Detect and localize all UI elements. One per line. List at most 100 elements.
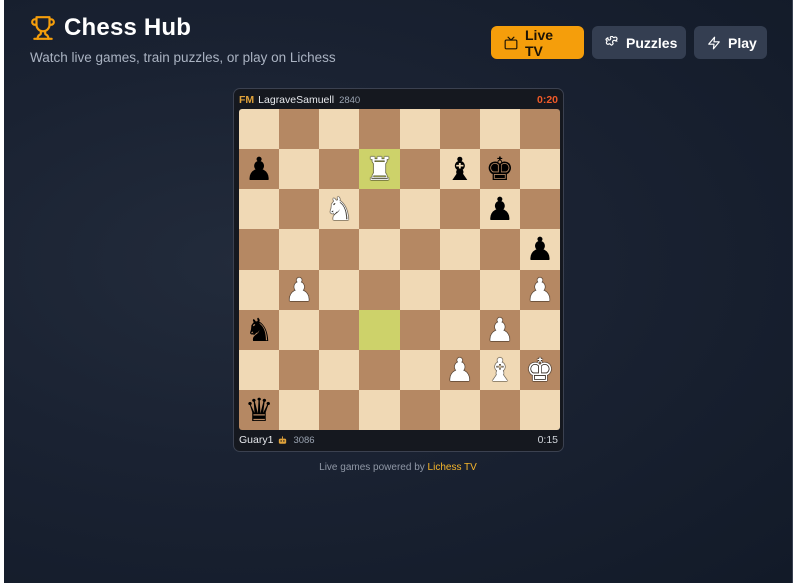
square-e5[interactable] [399, 229, 440, 270]
square-g2[interactable]: ♝ [479, 349, 520, 390]
white-pawn-piece[interactable]: ♟ [485, 314, 514, 346]
white-pawn-piece[interactable]: ♟ [445, 354, 474, 386]
white-pawn-piece[interactable]: ♟ [526, 274, 555, 306]
top-player-bar[interactable]: FM LagraveSamuell 2840 0:20 [239, 92, 558, 108]
square-c2[interactable] [319, 349, 360, 390]
square-h8[interactable] [519, 109, 560, 150]
square-a5[interactable] [239, 229, 280, 270]
square-g1[interactable] [479, 389, 520, 430]
trophy-icon [31, 16, 55, 40]
square-f1[interactable] [439, 389, 480, 430]
square-d1[interactable] [359, 389, 400, 430]
page-title: Chess Hub [64, 14, 192, 41]
square-b8[interactable] [279, 109, 320, 150]
black-queen-piece[interactable]: ♛ [245, 394, 274, 426]
black-pawn-piece[interactable]: ♟ [245, 153, 274, 185]
square-b6[interactable] [279, 189, 320, 230]
square-a8[interactable] [239, 109, 280, 150]
square-f3[interactable] [439, 309, 480, 350]
bottom-player-bar[interactable]: Guary1 3086 0:15 [239, 432, 558, 448]
square-b5[interactable] [279, 229, 320, 270]
square-c8[interactable] [319, 109, 360, 150]
top-nav: Live TV Puzzles Play [491, 26, 767, 59]
black-bishop-piece[interactable]: ♝ [445, 153, 474, 185]
square-d2[interactable] [359, 349, 400, 390]
lichess-tv-link[interactable]: Lichess TV [428, 462, 477, 473]
square-d7[interactable]: ♜ [359, 149, 400, 190]
square-b4[interactable]: ♟ [279, 269, 320, 310]
bottom-player-rating: 3086 [293, 434, 315, 446]
square-e1[interactable] [399, 389, 440, 430]
black-knight-piece[interactable]: ♞ [245, 314, 274, 346]
square-a4[interactable] [239, 269, 280, 310]
square-h5[interactable]: ♟ [519, 229, 560, 270]
square-f6[interactable] [439, 189, 480, 230]
bot-icon [279, 435, 287, 444]
tv-icon [504, 36, 518, 49]
square-h1[interactable] [519, 389, 560, 430]
square-h2[interactable]: ♚ [519, 349, 560, 390]
square-f2[interactable]: ♟ [439, 349, 480, 390]
black-king-piece[interactable]: ♚ [485, 153, 514, 185]
white-knight-piece[interactable]: ♞ [325, 193, 354, 225]
square-e7[interactable] [399, 149, 440, 190]
live-tv-button[interactable]: Live TV [491, 26, 584, 59]
puzzles-button[interactable]: Puzzles [592, 26, 686, 59]
top-player-name[interactable]: LagraveSamuell [258, 94, 334, 106]
square-b3[interactable] [279, 309, 320, 350]
square-b7[interactable] [279, 149, 320, 190]
square-e2[interactable] [399, 349, 440, 390]
top-player-clock: 0:20 [536, 94, 558, 106]
square-g3[interactable]: ♟ [479, 309, 520, 350]
square-a7[interactable]: ♟ [239, 149, 280, 190]
white-bishop-piece[interactable]: ♝ [485, 354, 514, 386]
square-g5[interactable] [479, 229, 520, 270]
square-g8[interactable] [479, 109, 520, 150]
square-d5[interactable] [359, 229, 400, 270]
black-pawn-piece[interactable]: ♟ [526, 233, 555, 265]
square-h7[interactable] [519, 149, 560, 190]
play-button[interactable]: Play [694, 26, 767, 59]
square-f8[interactable] [439, 109, 480, 150]
bottom-player-clock: 0:15 [537, 434, 558, 446]
square-c4[interactable] [319, 269, 360, 310]
square-h4[interactable]: ♟ [519, 269, 560, 310]
footer-prefix: Live games powered by [319, 462, 425, 473]
square-d3[interactable] [359, 309, 400, 350]
bottom-player-name[interactable]: Guary1 [239, 434, 273, 446]
black-pawn-piece[interactable]: ♟ [485, 193, 514, 225]
square-d4[interactable] [359, 269, 400, 310]
square-h3[interactable] [519, 309, 560, 350]
square-c1[interactable] [319, 389, 360, 430]
square-a2[interactable] [239, 349, 280, 390]
square-e6[interactable] [399, 189, 440, 230]
square-c7[interactable] [319, 149, 360, 190]
square-a3[interactable]: ♞ [239, 309, 280, 350]
square-e3[interactable] [399, 309, 440, 350]
square-c3[interactable] [319, 309, 360, 350]
square-a6[interactable] [239, 189, 280, 230]
square-d8[interactable] [359, 109, 400, 150]
square-g7[interactable]: ♚ [479, 149, 520, 190]
square-e8[interactable] [399, 109, 440, 150]
square-g6[interactable]: ♟ [479, 189, 520, 230]
square-e4[interactable] [399, 269, 440, 310]
square-d6[interactable] [359, 189, 400, 230]
white-pawn-piece[interactable]: ♟ [285, 274, 314, 306]
play-label: Play [728, 34, 757, 51]
lightning-icon [708, 36, 720, 49]
white-rook-piece[interactable]: ♜ [365, 153, 394, 185]
chess-board[interactable]: ♟ ♜ ♝ ♚ ♞ ♟ ♟ ♟ ♟ ♞ ♟ ♟ ♝ ♚ ♛ [239, 109, 560, 430]
app-frame: Chess Hub Watch live games, train puzzle… [4, 0, 793, 583]
square-f7[interactable]: ♝ [439, 149, 480, 190]
white-king-piece[interactable]: ♚ [526, 354, 555, 386]
square-c5[interactable] [319, 229, 360, 270]
square-b2[interactable] [279, 349, 320, 390]
square-h6[interactable] [519, 189, 560, 230]
square-f4[interactable] [439, 269, 480, 310]
square-f5[interactable] [439, 229, 480, 270]
square-g4[interactable] [479, 269, 520, 310]
square-b1[interactable] [279, 389, 320, 430]
square-c6[interactable]: ♞ [319, 189, 360, 230]
square-a1[interactable]: ♛ [239, 389, 280, 430]
